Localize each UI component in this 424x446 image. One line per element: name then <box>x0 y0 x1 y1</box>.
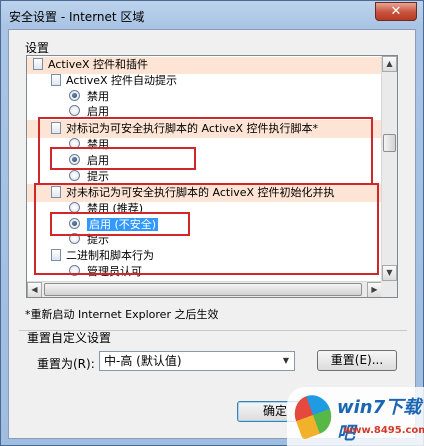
horizontal-scrollbar[interactable]: ◀ ▶ <box>27 281 383 297</box>
win7-logo-icon <box>289 390 337 440</box>
scroll-right-button[interactable]: ▶ <box>367 282 382 297</box>
scrollbar-corner <box>381 281 397 297</box>
watermark: win7下载吧 www.8495.com <box>287 387 424 446</box>
close-button[interactable]: ✕ <box>375 2 417 21</box>
arrow-right-icon: ▶ <box>371 285 378 294</box>
settings-tree-content: ActiveX 控件和插件 ActiveX 控件自动提示 禁用 启用 对标记为可… <box>27 56 383 294</box>
annotation-box-enable-unsafe <box>50 212 190 236</box>
arrow-left-icon: ◀ <box>31 285 38 294</box>
tree-item-activex-category[interactable]: ActiveX 控件和插件 <box>33 57 148 73</box>
security-settings-dialog: 安全设置 - Internet 区域 ✕ 设置 ActiveX 控件和插件 Ac… <box>0 0 424 446</box>
reset-custom-settings-group: 重置自定义设置 重置为(R): 中-高 (默认值) ▼ 重置(E)... <box>19 330 407 390</box>
title-bar[interactable]: 安全设置 - Internet 区域 ✕ <box>1 1 423 29</box>
scroll-down-button[interactable]: ▼ <box>382 265 397 281</box>
close-icon: ✕ <box>390 4 402 19</box>
settings-tree[interactable]: ActiveX 控件和插件 ActiveX 控件自动提示 禁用 启用 对标记为可… <box>26 55 398 298</box>
radio-button-checked[interactable] <box>69 90 80 101</box>
reset-level-dropdown[interactable]: 中-高 (默认值) ▼ <box>99 351 295 371</box>
reset-to-label: 重置为(R): <box>37 357 95 371</box>
arrow-down-icon: ▼ <box>386 268 393 277</box>
watermark-brand: win7下载吧 <box>337 397 422 444</box>
scroll-left-button[interactable]: ◀ <box>27 282 42 297</box>
radio-auto-prompt-disable[interactable]: 禁用 <box>69 89 109 105</box>
settings-page-icon <box>51 74 61 86</box>
ok-button-label: 确定 <box>262 404 287 418</box>
vertical-scroll-thumb[interactable] <box>383 134 396 152</box>
chevron-down-icon: ▼ <box>282 356 290 365</box>
reset-level-value: 中-高 (默认值) <box>104 354 182 368</box>
radio-button[interactable] <box>69 105 80 116</box>
tree-item-activex-auto-prompt[interactable]: ActiveX 控件自动提示 <box>51 73 177 89</box>
dialog-body: 设置 ActiveX 控件和插件 ActiveX 控件自动提示 禁用 启用 对标… <box>8 29 416 439</box>
watermark-url: www.8495.com <box>343 425 424 436</box>
settings-group-label: 设置 <box>25 41 50 55</box>
restart-note: *重新启动 Internet Explorer 之后生效 <box>25 308 219 321</box>
window-title: 安全设置 - Internet 区域 <box>9 10 145 24</box>
annotation-box-enable <box>50 147 196 170</box>
arrow-up-icon: ▲ <box>386 59 393 68</box>
reset-group-title: 重置自定义设置 <box>27 331 112 345</box>
reset-button[interactable]: 重置(E)... <box>317 350 397 371</box>
settings-page-icon <box>33 58 43 70</box>
horizontal-scroll-thumb[interactable] <box>44 283 362 296</box>
vertical-scrollbar[interactable]: ▲ ▼ <box>381 56 397 281</box>
reset-button-label: 重置(E)... <box>330 353 384 367</box>
scroll-up-button[interactable]: ▲ <box>382 56 397 72</box>
